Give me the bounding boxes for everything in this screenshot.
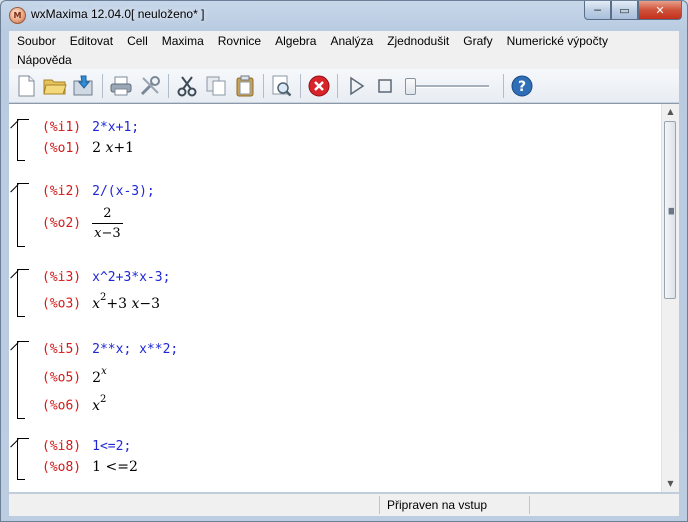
status-divider — [529, 496, 530, 514]
maximize-icon: ▭ — [619, 3, 630, 17]
new-document-icon[interactable] — [13, 73, 39, 99]
input-line[interactable]: (%i8) 1<=2; — [42, 439, 131, 454]
toolbar-separator — [168, 73, 169, 98]
menu-cell[interactable]: Cell — [119, 34, 154, 48]
toolbar-separator — [503, 73, 504, 98]
input-text[interactable]: 1<=2; — [92, 439, 131, 454]
output-label: (%o5) — [42, 370, 82, 386]
output-math: 1 <=2 — [92, 459, 138, 475]
output-math: x2 — [92, 394, 107, 414]
status-text: Připraven na vstup — [387, 498, 488, 512]
scroll-up-icon[interactable]: ▲ — [662, 104, 679, 120]
wxmaxima-window: M wxMaxima 12.04.0[ neuloženo* ] ─ ▭ ✕ S… — [0, 0, 688, 522]
play-icon[interactable] — [343, 73, 369, 99]
cell-group[interactable]: (%i5) 2**x; x**2; (%o5) 2x (%o6) x2 — [9, 340, 659, 420]
menu-bar: Soubor Editovat Cell Maxima Rovnice Alge… — [9, 31, 679, 69]
input-line[interactable]: (%i3) x^2+3*x-3; — [42, 270, 170, 285]
wxmaxima-icon: M — [9, 7, 26, 24]
output-math: 2x — [92, 366, 107, 386]
cell-group[interactable]: (%i1) 2*x+1; (%o1) 2 x+1 — [9, 118, 659, 164]
cell-group[interactable]: (%i3) x^2+3*x-3; (%o3) x2+3 x−3 — [9, 268, 659, 318]
output-line: (%o2) 2 x−3 — [42, 206, 123, 241]
input-label: (%i5) — [42, 342, 82, 357]
menu-soubor[interactable]: Soubor — [9, 34, 62, 48]
menu-algebra[interactable]: Algebra — [267, 34, 322, 48]
slider-track — [407, 84, 489, 88]
output-fraction: 2 x−3 — [92, 206, 123, 241]
maximize-button[interactable]: ▭ — [611, 1, 638, 20]
cell-bracket[interactable] — [10, 270, 25, 317]
input-text[interactable]: x^2+3*x-3; — [92, 270, 170, 285]
output-label: (%o1) — [42, 141, 82, 156]
stop-interrupt-icon[interactable] — [306, 73, 332, 99]
status-divider — [379, 496, 380, 514]
output-line: (%o8) 1 <=2 — [42, 459, 138, 475]
window-controls: ─ ▭ ✕ — [584, 1, 682, 20]
toolbar-separator — [300, 73, 301, 98]
toolbar: ? — [9, 69, 679, 103]
scroll-thumb[interactable]: ▬ ▬ ▬ — [664, 121, 676, 299]
menu-grafy[interactable]: Grafy — [455, 34, 498, 48]
svg-text:?: ? — [518, 79, 526, 95]
stop-icon[interactable] — [372, 73, 398, 99]
input-line[interactable]: (%i2) 2/(x-3); — [42, 184, 155, 199]
settings-icon[interactable] — [137, 73, 163, 99]
cut-icon[interactable] — [174, 73, 200, 99]
slider-thumb[interactable] — [405, 77, 416, 95]
status-bar: Připraven na vstup — [9, 493, 679, 516]
worksheet[interactable]: (%i1) 2*x+1; (%o1) 2 x+1 (%i2) 2/(x-3); (%o… — [9, 103, 679, 492]
cell-group[interactable]: (%i2) 2/(x-3); (%o2) 2 x−3 — [9, 182, 659, 248]
cell-group[interactable]: (%i8) 1<=2; (%o8) 1 <=2 — [9, 437, 659, 483]
close-button[interactable]: ✕ — [638, 1, 682, 20]
input-text[interactable]: 2/(x-3); — [92, 184, 155, 199]
output-label: (%o3) — [42, 296, 82, 312]
menu-numericke-vypocty[interactable]: Numerické výpočty — [499, 34, 614, 48]
vertical-scrollbar[interactable]: ▲ ▬ ▬ ▬ ▼ — [661, 104, 679, 492]
scroll-down-icon[interactable]: ▼ — [662, 476, 679, 492]
copy-icon[interactable] — [203, 73, 229, 99]
toolbar-separator — [337, 73, 338, 98]
open-folder-icon[interactable] — [42, 73, 68, 99]
output-line: (%o5) 2x — [42, 366, 107, 386]
cell-bracket[interactable] — [10, 184, 25, 247]
title-bar[interactable]: M wxMaxima 12.04.0[ neuloženo* ] ─ ▭ ✕ — [1, 1, 687, 29]
output-label: (%o6) — [42, 398, 82, 414]
help-icon[interactable]: ? — [509, 73, 535, 99]
input-line[interactable]: (%i1) 2*x+1; — [42, 120, 139, 135]
menu-maxima[interactable]: Maxima — [154, 34, 210, 48]
cell-bracket[interactable] — [10, 120, 25, 161]
close-icon: ✕ — [655, 3, 665, 17]
input-text[interactable]: 2**x; x**2; — [92, 342, 178, 357]
menu-editovat[interactable]: Editovat — [62, 34, 119, 48]
paste-icon[interactable] — [232, 73, 258, 99]
input-label: (%i2) — [42, 184, 82, 199]
find-icon[interactable] — [269, 73, 295, 99]
output-line: (%o3) x2+3 x−3 — [42, 292, 161, 312]
input-line[interactable]: (%i5) 2**x; x**2; — [42, 342, 178, 357]
output-math: x2+3 x−3 — [92, 292, 161, 312]
input-label: (%i3) — [42, 270, 82, 285]
output-line: (%o6) x2 — [42, 394, 107, 414]
output-label: (%o8) — [42, 460, 82, 475]
toolbar-separator — [102, 73, 103, 98]
menu-rovnice[interactable]: Rovnice — [210, 34, 267, 48]
output-math: 2 x+1 — [92, 140, 135, 156]
save-icon[interactable] — [71, 73, 97, 99]
cell-bracket[interactable] — [10, 439, 25, 480]
cell-bracket[interactable] — [10, 342, 25, 419]
output-label: (%o2) — [42, 216, 82, 231]
input-label: (%i1) — [42, 120, 82, 135]
menu-analyza[interactable]: Analýza — [322, 34, 379, 48]
minimize-icon: ─ — [594, 3, 601, 17]
animation-slider[interactable] — [403, 75, 493, 97]
input-label: (%i8) — [42, 439, 82, 454]
minimize-button[interactable]: ─ — [584, 1, 611, 20]
toolbar-separator — [263, 73, 264, 98]
output-line: (%o1) 2 x+1 — [42, 140, 134, 156]
menu-napoveda[interactable]: Nápověda — [9, 53, 78, 67]
menu-zjednodusit[interactable]: Zjednodušit — [379, 34, 455, 48]
print-icon[interactable] — [108, 73, 134, 99]
window-title: wxMaxima 12.04.0[ neuloženo* ] — [31, 7, 205, 21]
input-text[interactable]: 2*x+1; — [92, 120, 139, 135]
